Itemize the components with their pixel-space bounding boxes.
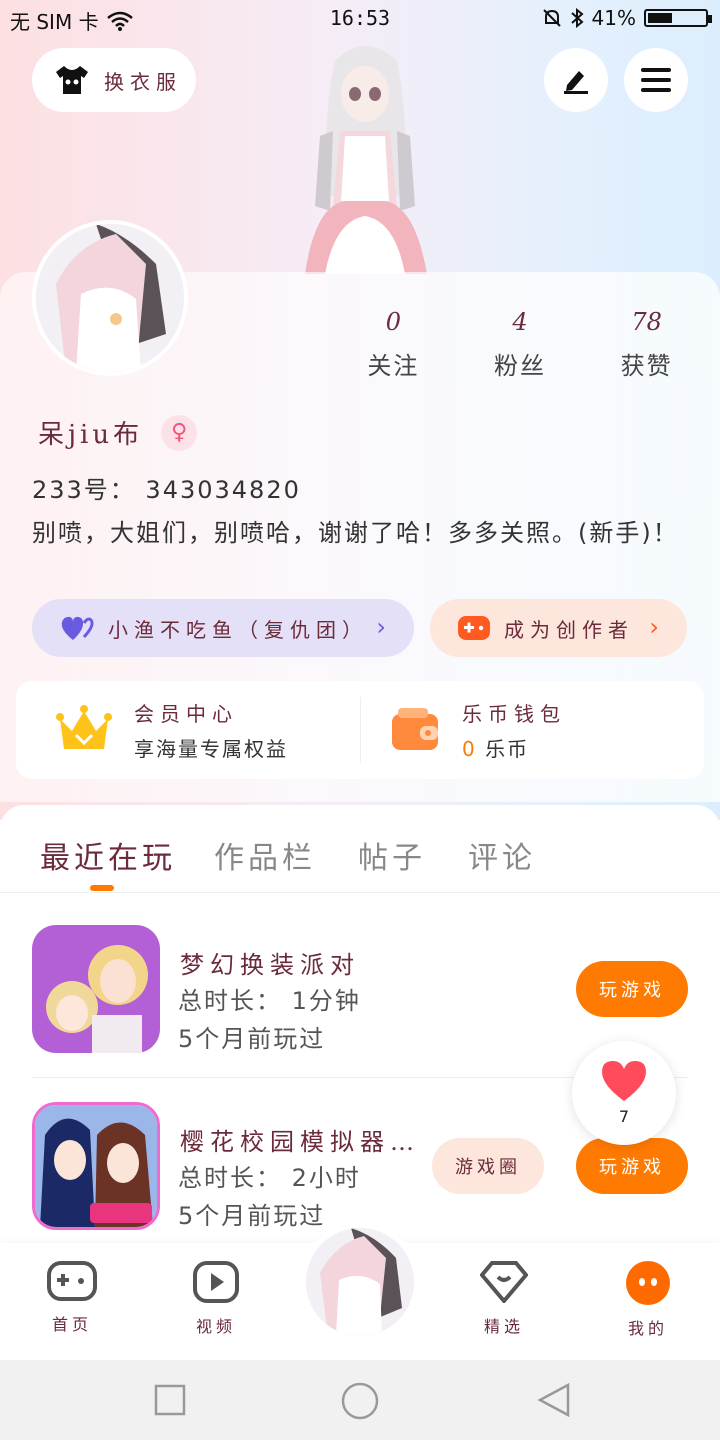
tab-posts[interactable]: 帖子 [358, 833, 426, 877]
avatar-character-image[interactable] [285, 36, 445, 274]
game-icon [32, 925, 160, 1053]
likes-label: 获赞 [620, 352, 673, 380]
tshirt-icon [56, 66, 88, 94]
nav-video-label: 视频 [195, 1317, 236, 1336]
play-game-button[interactable]: 玩游戏 [576, 1138, 688, 1194]
game-icon [32, 1102, 160, 1230]
profile-page: 无 SIM 卡 16:53 41% 换衣服 0 关注 4 粉丝 78 获赞 呆j… [0, 0, 720, 1440]
like-button[interactable]: 7 [572, 1041, 676, 1145]
change-outfit-label: 换衣服 [104, 69, 182, 94]
vip-wallet-card: 会员中心 享海量专属权益 乐币钱包 0 乐币 [16, 681, 704, 779]
vip-center-entry[interactable]: 会员中心 享海量专属权益 [56, 681, 288, 779]
wallet-amount: 0 [462, 737, 477, 761]
female-icon: ♀ [161, 414, 198, 451]
crown-icon [56, 705, 112, 749]
nav-home-label: 首页 [51, 1315, 92, 1334]
system-navigation [0, 1360, 720, 1440]
become-creator-label: 成为创作者 [504, 617, 634, 642]
heart-group-icon [61, 616, 94, 640]
wallet-unit: 乐币 [485, 737, 530, 761]
stat-likes[interactable]: 78 获赞 [592, 308, 702, 381]
game-title: 樱花校园模拟器… [180, 1128, 420, 1156]
heart-gem-icon [479, 1261, 529, 1305]
pen-icon [564, 71, 588, 94]
content-panel: 最近在玩 作品栏 帖子 评论 梦幻换装派对 总时长： 1分钟 5个月前玩过 玩游… [0, 805, 720, 1245]
game-last-played: 5个月前玩过 [178, 1025, 326, 1053]
profile-stats: 0 关注 4 粉丝 78 获赞 [330, 308, 710, 381]
nickname: 呆jiu布 [38, 420, 144, 450]
wallet-title: 乐币钱包 [462, 702, 566, 726]
game-circle-button[interactable]: 游戏圈 [432, 1138, 544, 1194]
user-id: 233号： 343034820 [32, 476, 301, 504]
vip-title: 会员中心 [134, 702, 238, 726]
tab-indicator [90, 885, 114, 891]
tab-comments[interactable]: 评论 [468, 833, 536, 877]
profile-face-icon [626, 1261, 670, 1305]
like-count: 7 [618, 1107, 630, 1126]
menu-button[interactable] [624, 48, 688, 112]
group-chip-label: 小渔不吃鱼（复仇团） [108, 617, 368, 642]
battery-percent: 41% [591, 6, 636, 30]
following-label: 关注 [367, 352, 420, 380]
nav-home[interactable]: 首页 [22, 1261, 122, 1335]
change-outfit-button[interactable]: 换衣服 [32, 48, 196, 112]
become-creator-chip[interactable]: 成为创作者 › [430, 599, 687, 657]
chevron-right-icon: › [649, 613, 659, 641]
recent-apps-icon[interactable] [154, 1384, 186, 1416]
nav-mine[interactable]: 我的 [598, 1261, 698, 1339]
nav-featured[interactable]: 精选 [454, 1261, 554, 1337]
gamepad-icon [47, 1261, 97, 1301]
avatar-image [36, 224, 184, 372]
followers-count: 4 [512, 308, 528, 336]
heart-icon [602, 1061, 646, 1101]
game-title: 梦幻换装派对 [180, 951, 360, 979]
following-count: 0 [385, 308, 401, 336]
play-game-button[interactable]: 玩游戏 [576, 961, 688, 1017]
avatar[interactable] [32, 220, 188, 376]
stat-following[interactable]: 0 关注 [338, 308, 448, 381]
game-last-played: 5个月前玩过 [178, 1202, 326, 1230]
back-icon[interactable] [536, 1382, 572, 1418]
nav-mine-label: 我的 [627, 1319, 668, 1338]
likes-count: 78 [631, 308, 662, 336]
nav-featured-label: 精选 [483, 1317, 524, 1336]
status-bar: 无 SIM 卡 16:53 41% [0, 0, 720, 36]
game-duration: 总时长： 1分钟 [178, 987, 361, 1015]
edit-button[interactable] [544, 48, 608, 112]
followers-label: 粉丝 [493, 352, 546, 380]
gamepad-icon [458, 616, 490, 640]
game-duration: 总时长： 2小时 [178, 1164, 361, 1192]
battery-icon [644, 9, 712, 27]
chevron-right-icon: › [376, 613, 386, 641]
stat-followers[interactable]: 4 粉丝 [465, 308, 575, 381]
tab-bar: 最近在玩 作品栏 帖子 评论 [0, 805, 720, 893]
menu-icon [641, 68, 671, 92]
bio: 别喷，大姐们，别喷哈，谢谢了哈！多多关照。(新手)！ [32, 519, 679, 547]
mute-bell-icon [542, 9, 561, 27]
nav-center-avatar[interactable] [300, 1222, 420, 1342]
play-icon [193, 1261, 239, 1303]
tab-works[interactable]: 作品栏 [214, 833, 316, 877]
nav-video[interactable]: 视频 [166, 1261, 266, 1337]
tab-recent[interactable]: 最近在玩 [40, 833, 176, 877]
avatar-image [306, 1228, 414, 1336]
divider [360, 697, 361, 763]
group-chip[interactable]: 小渔不吃鱼（复仇团） › [32, 599, 414, 657]
bluetooth-icon [570, 8, 584, 28]
wallet-icon [392, 708, 438, 750]
vip-subtitle: 享海量专属权益 [134, 737, 288, 761]
home-icon[interactable] [341, 1382, 379, 1420]
wallet-entry[interactable]: 乐币钱包 0 乐币 [392, 681, 566, 779]
